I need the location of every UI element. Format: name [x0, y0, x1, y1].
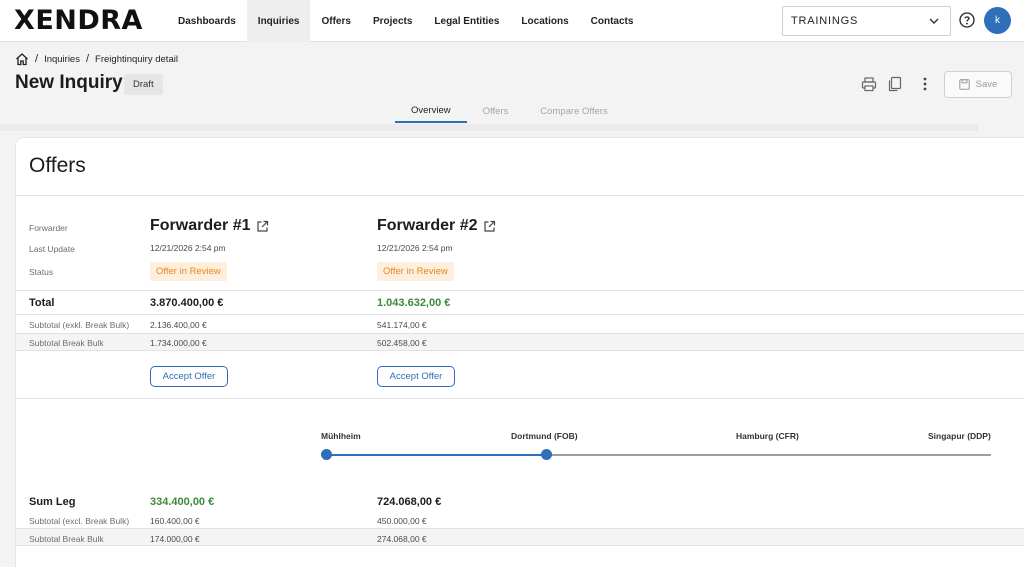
tab-overview[interactable]: Overview: [395, 100, 467, 123]
route-segment-inactive: [546, 454, 991, 456]
detail-tabs: Overview Offers Compare Offers: [395, 100, 624, 123]
home-icon[interactable]: [15, 52, 29, 66]
top-navbar: XENDRA Dashboards Inquiries Offers Proje…: [0, 0, 1024, 42]
leg-2-subtotal-excl: 450.000,00 €: [377, 516, 427, 526]
offers-title: Offers: [29, 154, 86, 177]
route-segment-active: [326, 454, 546, 456]
route-dot-start[interactable]: [321, 449, 332, 460]
breadcrumb: / Inquiries / Freightinquiry detail: [15, 52, 178, 66]
forwarder-1-name[interactable]: Forwarder #1: [150, 217, 269, 235]
route-stop-3: Hamburg (CFR): [736, 431, 799, 441]
help-icon[interactable]: [959, 12, 975, 28]
nav-dashboards[interactable]: Dashboards: [167, 0, 247, 42]
external-link-icon[interactable]: [483, 220, 496, 233]
main-nav: Dashboards Inquiries Offers Projects Leg…: [167, 0, 644, 42]
breadcrumb-separator: /: [85, 53, 90, 65]
print-icon[interactable]: [861, 76, 877, 92]
label-subtotal-excl: Subtotal (exkl. Break Bulk): [29, 320, 130, 330]
forwarder-1-label: Forwarder #1: [150, 217, 251, 234]
page-title: New Inquiry: [15, 72, 123, 93]
forwarder-2-subtotal-excl: 541.174,00 €: [377, 320, 427, 330]
leg-2-sum: 724.068,00 €: [377, 496, 442, 508]
forwarder-1-subtotal-break-bulk: 1.734.000,00 €: [150, 338, 207, 348]
nav-contacts[interactable]: Contacts: [580, 0, 645, 42]
label-leg-subtotal-break-bulk: Subtotal Break Bulk: [29, 534, 104, 544]
nav-offers[interactable]: Offers: [310, 0, 361, 42]
tab-compare-offers[interactable]: Compare Offers: [524, 100, 623, 123]
tab-divider: [0, 124, 978, 131]
save-label: Save: [975, 79, 998, 90]
label-subtotal-break-bulk: Subtotal Break Bulk: [29, 338, 104, 348]
label-forwarder: Forwarder: [29, 223, 68, 233]
leg-1-subtotal-excl: 160.400,00 €: [150, 516, 200, 526]
nav-projects[interactable]: Projects: [362, 0, 423, 42]
avatar[interactable]: k: [984, 7, 1011, 34]
forwarder-1-subtotal-excl: 2.136.400,00 €: [150, 320, 207, 330]
breadcrumb-inquiries[interactable]: Inquiries: [44, 54, 80, 65]
label-leg-subtotal-excl: Subtotal (excl. Break Bulk): [29, 516, 130, 526]
nav-locations[interactable]: Locations: [510, 0, 579, 42]
logo[interactable]: XENDRA: [14, 6, 143, 36]
forwarder-2-last-update: 12/21/2026 2:54 pm: [377, 243, 453, 253]
save-button[interactable]: Save: [944, 71, 1012, 98]
accept-offer-2-button[interactable]: Accept Offer: [377, 366, 455, 387]
route-dot-current[interactable]: [541, 449, 552, 460]
forwarder-2-subtotal-break-bulk: 502.458,00 €: [377, 338, 427, 348]
forwarder-1-last-update: 12/21/2026 2:54 pm: [150, 243, 226, 253]
route-stop-1: Mühlheim: [321, 431, 361, 441]
offers-card: Offers Forwarder Last Update Status Forw…: [15, 137, 1024, 567]
chevron-down-icon: [929, 18, 939, 24]
leg-2-subtotal-break-bulk: 274.068,00 €: [377, 534, 427, 544]
route-stop-4: Singapur (DDP): [928, 431, 991, 441]
divider: [16, 398, 1024, 399]
external-link-icon[interactable]: [256, 220, 269, 233]
more-vertical-icon[interactable]: [917, 76, 933, 92]
divider: [16, 195, 1024, 196]
label-status: Status: [29, 267, 54, 277]
divider: [16, 314, 1024, 315]
forwarder-2-label: Forwarder #2: [377, 217, 478, 234]
leg-1-sum: 334.400,00 €: [150, 496, 215, 508]
forwarder-1-total: 3.870.400,00 €: [150, 297, 224, 309]
divider: [16, 290, 1024, 291]
nav-inquiries[interactable]: Inquiries: [246, 0, 311, 42]
forwarder-2-total: 1.043.632,00 €: [377, 297, 451, 309]
breadcrumb-current: Freightinquiry detail: [95, 53, 178, 65]
forwarder-1-status-badge: Offer in Review: [150, 262, 227, 281]
breadcrumb-separator: /: [35, 53, 39, 65]
leg-1-subtotal-break-bulk: 174.000,00 €: [150, 534, 200, 544]
accept-offer-1-button[interactable]: Accept Offer: [150, 366, 228, 387]
tab-offers[interactable]: Offers: [467, 100, 525, 123]
workspace-select[interactable]: TRAININGS: [782, 6, 951, 36]
route-stop-2: Dortmund (FOB): [511, 431, 578, 441]
label-total: Total: [29, 297, 55, 309]
copy-icon[interactable]: [887, 76, 903, 92]
workspace-select-value: TRAININGS: [791, 15, 859, 27]
forwarder-2-status-badge: Offer in Review: [377, 262, 454, 281]
save-icon: [958, 79, 970, 90]
nav-legal-entities[interactable]: Legal Entities: [423, 0, 510, 42]
forwarder-2-name[interactable]: Forwarder #2: [377, 217, 496, 235]
label-sum-leg: Sum Leg: [29, 496, 76, 508]
label-last-update: Last Update: [29, 244, 75, 254]
status-badge: Draft: [124, 74, 163, 95]
